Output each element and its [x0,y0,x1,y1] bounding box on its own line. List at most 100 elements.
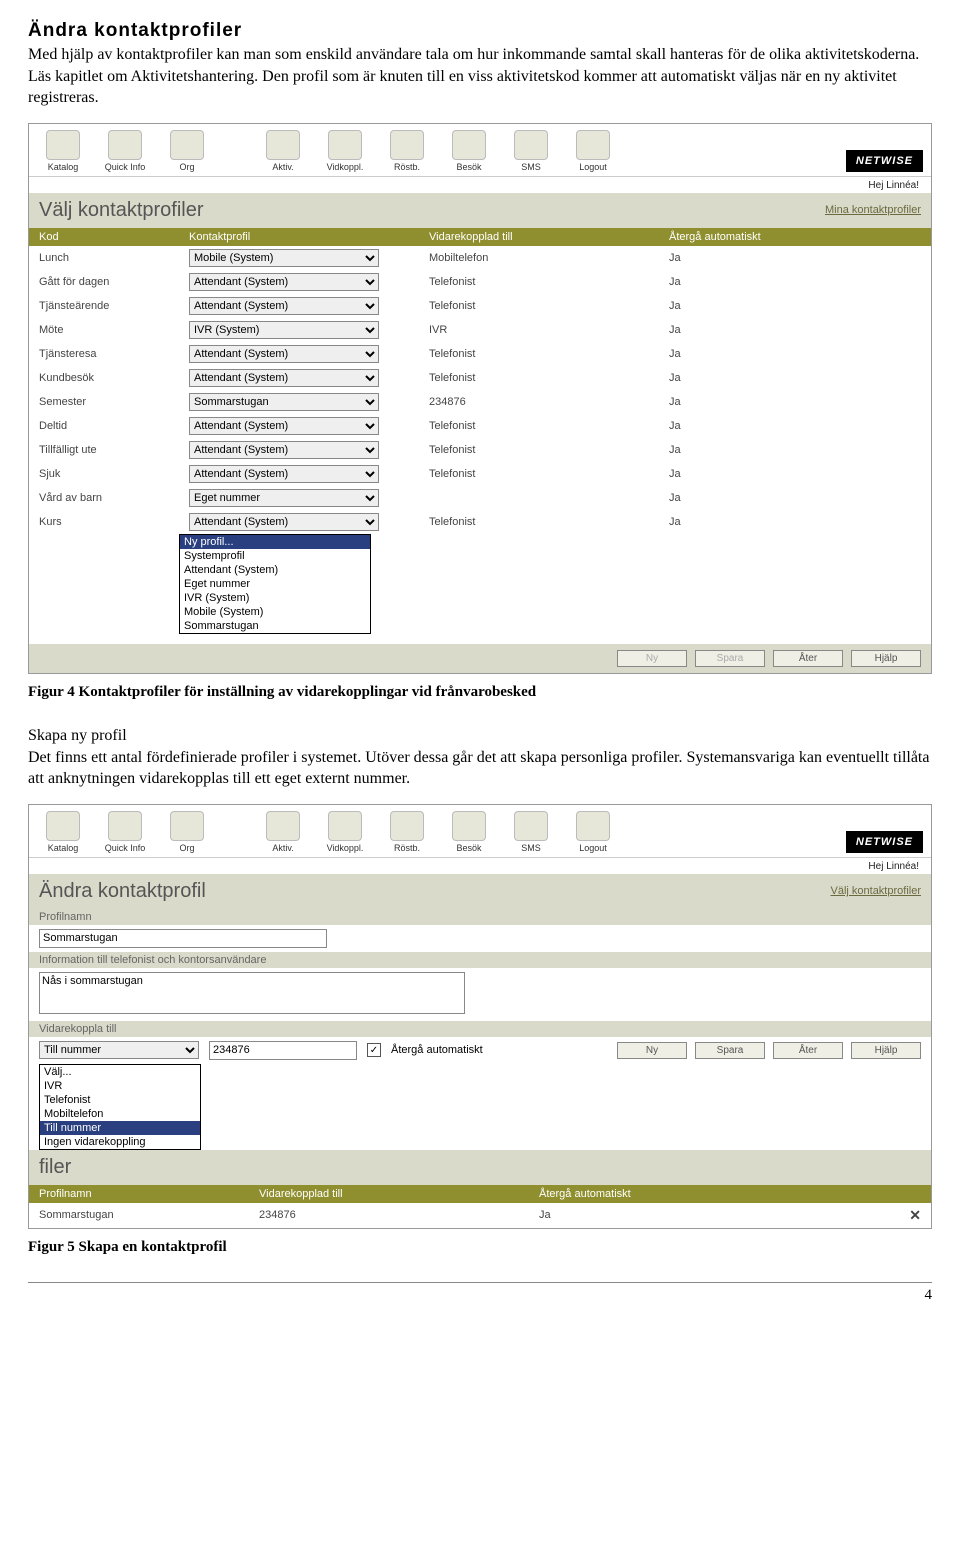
mini-table-row: Sommarstugan 234876 Ja ✕ [29,1203,931,1228]
delete-icon[interactable]: ✕ [909,1207,921,1224]
greeting-text: Hej Linnéa! [29,858,931,874]
kod-cell: Kundbesök [39,372,189,384]
spara-button[interactable]: Spara [695,650,765,667]
dropdown-option[interactable]: IVR [40,1079,200,1093]
vidarekopplad-cell: Telefonist [429,372,669,384]
toolbar-org[interactable]: Org [161,130,213,172]
aterga-cell: Ja [669,324,921,336]
label-vidarekoppla: Vidarekoppla till [29,1021,931,1037]
toolbar-sms[interactable]: SMS [505,811,557,853]
dropdown-option[interactable]: Sommarstugan [180,619,370,633]
kontaktprofil-select[interactable]: Attendant (System) [189,345,379,363]
katalog-icon [46,130,80,160]
vidarekopplad-cell: Telefonist [429,516,669,528]
rostb-icon [390,811,424,841]
kod-cell: Möte [39,324,189,336]
brand-badge: NETWISE [846,831,923,853]
figure-4-caption: Figur 4 Kontaktprofiler för inställning … [28,684,932,701]
profilnamn-input[interactable] [39,929,327,948]
kod-cell: Tjänsteärende [39,300,189,312]
dropdown-option[interactable]: IVR (System) [180,591,370,605]
besok-icon [452,130,486,160]
toolbar-besok[interactable]: Besök [443,130,495,172]
dropdown-option[interactable]: Attendant (System) [180,563,370,577]
vidarekopplad-cell: Telefonist [429,420,669,432]
dropdown-option[interactable]: Systemprofil [180,549,370,563]
dropdown-option[interactable]: Mobiltelefon [40,1107,200,1121]
intro-paragraph: Med hjälp av kontaktprofiler kan man som… [28,44,932,109]
vidkoppl-icon [328,811,362,841]
toolbar-vidkoppl[interactable]: Vidkoppl. [319,130,371,172]
information-textarea[interactable] [39,972,465,1014]
profile-dropdown-list[interactable]: Ny profil...SystemprofilAttendant (Syste… [179,534,371,634]
toolbar-org[interactable]: Org [161,811,213,853]
dropdown-option[interactable]: Till nummer [40,1121,200,1135]
ater-button[interactable]: Åter [773,650,843,667]
kontaktprofil-select[interactable]: Attendant (System) [189,273,379,291]
vidarekopplad-cell: Telefonist [429,276,669,288]
toolbar-rostb[interactable]: Röstb. [381,811,433,853]
toolbar-logout[interactable]: Logout [567,130,619,172]
dropdown-option[interactable]: Välj... [40,1065,200,1079]
dropdown-option[interactable]: Eget nummer [180,577,370,591]
kontaktprofil-select[interactable]: Attendant (System) [189,417,379,435]
kontaktprofil-select[interactable]: Attendant (System) [189,465,379,483]
ny-button[interactable]: Ny [617,1042,687,1059]
toolbar-logout[interactable]: Logout [567,811,619,853]
toolbar-rostb[interactable]: Röstb. [381,130,433,172]
vidarekoppla-select[interactable]: Till nummer [39,1041,199,1059]
link-mina-kontaktprofiler[interactable]: Mina kontaktprofiler [825,204,921,216]
kod-cell: Semester [39,396,189,408]
table-row: Gått för dagenAttendant (System)Telefoni… [29,270,931,294]
vidarekopplad-cell: Telefonist [429,468,669,480]
app-toolbar-2: Katalog Quick Info Org Aktiv. Vidkoppl. … [29,805,931,858]
toolbar-quickinfo[interactable]: Quick Info [99,811,151,853]
vidarekopplad-cell: Mobiltelefon [429,252,669,264]
kontaktprofil-select[interactable]: IVR (System) [189,321,379,339]
dropdown-option[interactable]: Mobile (System) [180,605,370,619]
sms-icon [514,130,548,160]
ny-button[interactable]: Ny [617,650,687,667]
app-toolbar: Katalog Quick Info Org Aktiv. Vidkoppl. … [29,124,931,177]
toolbar-besok[interactable]: Besök [443,811,495,853]
toolbar-aktiv[interactable]: Aktiv. [257,811,309,853]
toolbar-aktiv[interactable]: Aktiv. [257,130,309,172]
toolbar-vidkoppl[interactable]: Vidkoppl. [319,811,371,853]
panel-title: Välj kontaktprofiler Mina kontaktprofile… [29,193,931,228]
kontaktprofil-select[interactable]: Attendant (System) [189,441,379,459]
spara-button[interactable]: Spara [695,1042,765,1059]
kod-cell: Tillfälligt ute [39,444,189,456]
toolbar-sms[interactable]: SMS [505,130,557,172]
kontaktprofil-select[interactable]: Mobile (System) [189,249,379,267]
kod-cell: Vård av barn [39,492,189,504]
label-profilnamn: Profilnamn [29,909,931,925]
vidarekoppla-dropdown-list[interactable]: Välj...IVRTelefonistMobiltelefonTill num… [39,1064,201,1150]
kontaktprofil-select[interactable]: Eget nummer [189,489,379,507]
table-header: Kod Kontaktprofil Vidarekopplad till Åte… [29,228,931,246]
nummer-input[interactable] [209,1041,357,1060]
sub-panel-title: filer [29,1150,931,1185]
aterga-cell: Ja [669,348,921,360]
dropdown-option[interactable]: Ingen vidarekoppling [40,1135,200,1149]
kod-cell: Lunch [39,252,189,264]
button-row: Ny Spara Åter Hjälp [29,644,931,673]
toolbar-quickinfo[interactable]: Quick Info [99,130,151,172]
kontaktprofil-select[interactable]: Attendant (System) [189,513,379,531]
quickinfo-icon [108,130,142,160]
link-valj-kontaktprofiler[interactable]: Välj kontaktprofiler [831,885,922,897]
ater-button[interactable]: Åter [773,1042,843,1059]
vidarekopplad-cell: Telefonist [429,444,669,456]
kontaktprofil-select[interactable]: Attendant (System) [189,297,379,315]
kontaktprofil-select[interactable]: Attendant (System) [189,369,379,387]
figure-5-caption: Figur 5 Skapa en kontaktprofil [28,1239,932,1256]
toolbar-katalog[interactable]: Katalog [37,811,89,853]
aktiv-icon [266,130,300,160]
dropdown-option[interactable]: Telefonist [40,1093,200,1107]
hjalp-button[interactable]: Hjälp [851,1042,921,1059]
aterga-checkbox[interactable]: ✓ [367,1043,381,1057]
kontaktprofil-select[interactable]: Sommarstugan [189,393,379,411]
dropdown-option[interactable]: Ny profil... [180,535,370,549]
vidarekopplad-cell: Telefonist [429,300,669,312]
toolbar-katalog[interactable]: Katalog [37,130,89,172]
hjalp-button[interactable]: Hjälp [851,650,921,667]
